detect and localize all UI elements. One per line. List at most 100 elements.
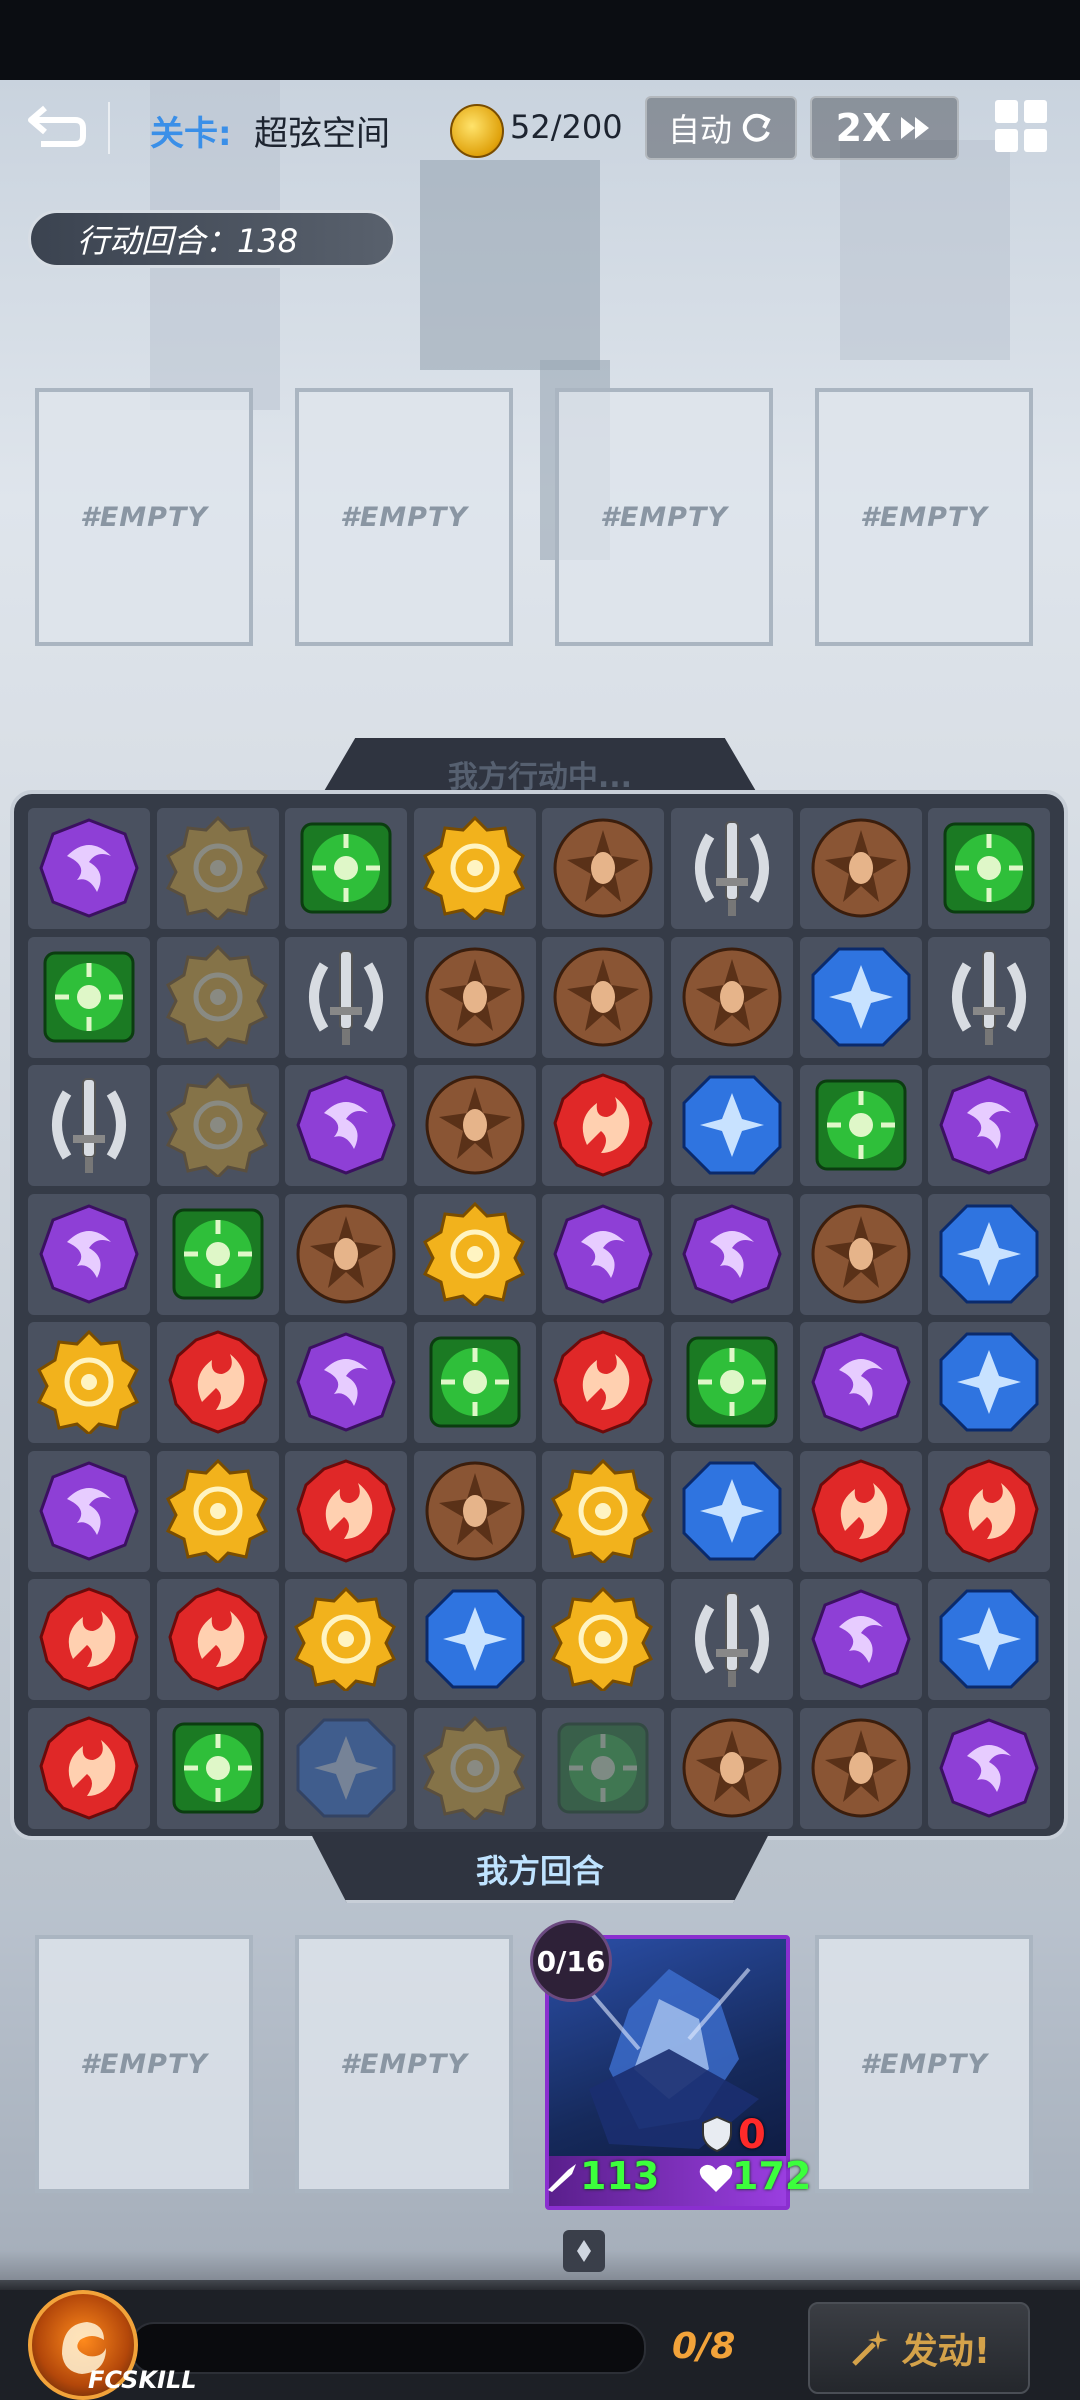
party-slot-2[interactable]: #EMPTY	[295, 1935, 513, 2193]
board-cell[interactable]	[928, 1322, 1051, 1443]
board-cell[interactable]	[285, 1579, 408, 1700]
board-cell[interactable]	[156, 1322, 279, 1443]
board-cell[interactable]	[542, 1707, 665, 1829]
board-cell[interactable]	[285, 808, 408, 929]
board-cell[interactable]	[671, 1707, 793, 1829]
board-cell[interactable]	[671, 1065, 793, 1186]
board-cell[interactable]	[799, 1065, 922, 1186]
board-cell[interactable]	[28, 1707, 150, 1829]
board-cell[interactable]	[799, 1579, 922, 1700]
board-cell[interactable]	[928, 1579, 1051, 1700]
board-cell[interactable]	[28, 1322, 150, 1443]
board-cell[interactable]	[542, 1579, 665, 1700]
enemy-slot-3[interactable]: #EMPTY	[555, 388, 773, 646]
red-gem-icon	[553, 1073, 653, 1177]
board-cell[interactable]	[285, 1322, 408, 1443]
enemy-slot-2[interactable]: #EMPTY	[295, 388, 513, 646]
auto-button[interactable]: 自动	[645, 96, 797, 160]
board-cell[interactable]	[28, 1193, 150, 1315]
board-cell[interactable]	[799, 1707, 922, 1829]
board-cell[interactable]	[413, 1579, 536, 1700]
shield-icon	[702, 2115, 732, 2153]
board-cell[interactable]	[542, 808, 665, 929]
gem-board	[10, 790, 1068, 1840]
speed-label: 2X	[835, 106, 892, 150]
board-cell[interactable]	[799, 936, 922, 1058]
board-cell[interactable]	[156, 1579, 279, 1700]
board-cell[interactable]	[799, 1450, 922, 1572]
yellow-gem-icon	[37, 1330, 140, 1434]
board-cell[interactable]	[799, 808, 922, 929]
green-gem-icon	[429, 1336, 521, 1428]
enemy-slot-1[interactable]: #EMPTY	[35, 388, 253, 646]
enemy-slot-4[interactable]: #EMPTY	[815, 388, 1033, 646]
red-gem-icon	[39, 1587, 139, 1691]
board-cell[interactable]	[413, 1065, 536, 1186]
board-cell[interactable]	[285, 1193, 408, 1315]
board-cell[interactable]	[928, 1450, 1051, 1572]
board-cell[interactable]	[542, 936, 665, 1058]
yellow-gem-icon	[551, 1458, 654, 1563]
board-cell[interactable]	[28, 1579, 150, 1700]
board-cell[interactable]	[542, 1322, 665, 1443]
board-cell[interactable]	[28, 1450, 150, 1572]
magic-wand-icon	[852, 2330, 888, 2366]
board-cell[interactable]	[799, 1322, 922, 1443]
board-cell[interactable]	[928, 808, 1051, 929]
board-cell[interactable]	[671, 1322, 793, 1443]
board-cell[interactable]	[28, 936, 150, 1058]
board-cell[interactable]	[28, 808, 150, 929]
back-arrow-icon	[28, 105, 86, 147]
hero-skill-icon[interactable]	[563, 2230, 605, 2272]
launch-button[interactable]: 发动!	[808, 2302, 1030, 2394]
board-cell[interactable]	[285, 1065, 408, 1186]
board-cell[interactable]	[156, 936, 279, 1058]
blue-gem-icon	[682, 1075, 782, 1175]
purple-gem-icon	[296, 1332, 396, 1432]
silver-gem-icon	[695, 821, 769, 916]
board-cell[interactable]	[542, 1193, 665, 1315]
auto-label: 自动	[667, 111, 732, 149]
board-cell[interactable]	[671, 936, 793, 1058]
board-cell[interactable]	[156, 1450, 279, 1572]
grid-menu-icon[interactable]	[995, 100, 1047, 152]
board-cell[interactable]	[156, 808, 279, 929]
board-cell[interactable]	[413, 1322, 536, 1443]
green-gem-icon	[686, 1336, 778, 1428]
party-slot-1[interactable]: #EMPTY	[35, 1935, 253, 2193]
board-cell[interactable]	[671, 1193, 793, 1315]
blue-gem-icon	[425, 1589, 525, 1689]
board-cell[interactable]	[928, 1193, 1051, 1315]
board-cell[interactable]	[285, 936, 408, 1058]
hero-shield: 0	[738, 2112, 766, 2158]
yellow-gem-icon	[165, 816, 268, 920]
board-cell[interactable]	[928, 1065, 1051, 1186]
party-slot-4[interactable]: #EMPTY	[815, 1935, 1033, 2193]
board-cell[interactable]	[799, 1193, 922, 1315]
board-cell[interactable]	[28, 1065, 150, 1186]
board-cell[interactable]	[156, 1065, 279, 1186]
back-button[interactable]	[22, 96, 92, 156]
board-cell[interactable]	[671, 1579, 793, 1700]
board-cell[interactable]	[928, 1707, 1051, 1829]
board-cell[interactable]	[671, 1450, 793, 1572]
silver-gem-icon	[952, 949, 1027, 1045]
board-cell[interactable]	[413, 1707, 536, 1829]
board-cell[interactable]	[413, 1193, 536, 1315]
purple-gem-icon	[939, 1075, 1039, 1175]
board-cell[interactable]	[542, 1450, 665, 1572]
board-cell[interactable]	[928, 936, 1051, 1058]
board-cell[interactable]	[542, 1065, 665, 1186]
board-cell[interactable]	[285, 1707, 408, 1829]
board-cell[interactable]	[413, 808, 536, 929]
speed-button[interactable]: 2X	[810, 96, 959, 160]
board-cell[interactable]	[156, 1193, 279, 1315]
board-cell[interactable]	[413, 936, 536, 1058]
blue-gem-icon	[811, 947, 911, 1046]
board-cell[interactable]	[285, 1450, 408, 1572]
board-cell[interactable]	[156, 1707, 279, 1829]
board-cell[interactable]	[671, 808, 793, 929]
board-cell[interactable]	[413, 1450, 536, 1572]
silver-gem-icon	[52, 1078, 126, 1173]
brown-gem-icon	[425, 1461, 525, 1560]
